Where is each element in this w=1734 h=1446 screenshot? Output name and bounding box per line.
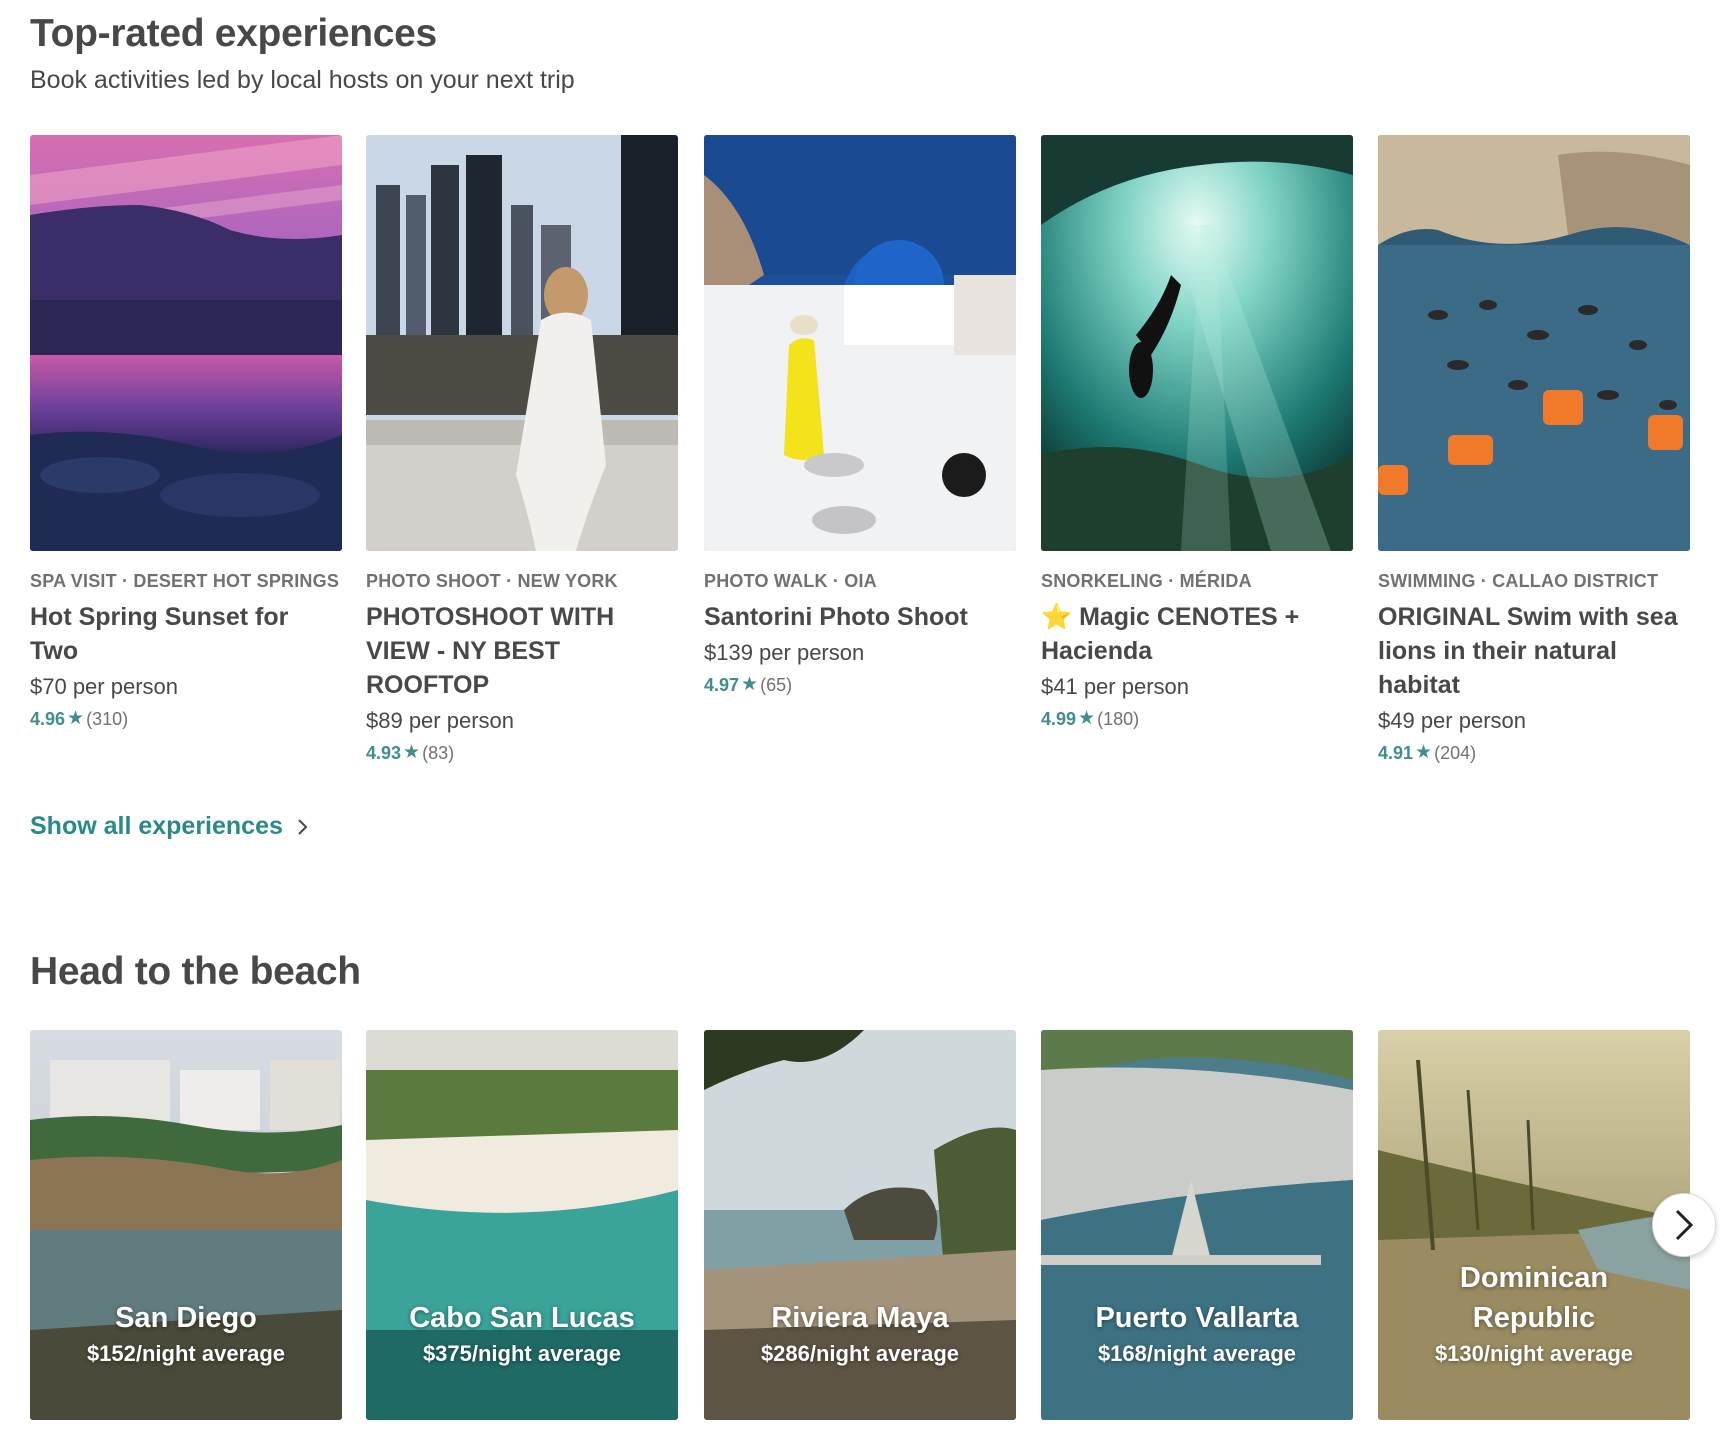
experience-category: PHOTO WALK · OIA — [704, 571, 877, 591]
destination-name: Puerto Vallarta — [1095, 1302, 1299, 1334]
destination-price: $130/night average — [1434, 1341, 1634, 1366]
destination-name: Dominican Republic — [1459, 1262, 1609, 1334]
experiences-carousel: SPA VISIT · DESERT HOT SPRINGS Hot Sprin… — [30, 135, 1690, 775]
experience-title[interactable]: Hot Spring Sunset for Two — [30, 600, 342, 668]
beach-section-title: Head to the beach — [30, 950, 361, 993]
chevron-right-icon — [298, 818, 308, 835]
destination-price: $375/night average — [422, 1341, 622, 1366]
beach-card-text: Cabo San Lucas $375/night average — [366, 1298, 678, 1370]
next-arrow-button[interactable] — [1652, 1193, 1716, 1257]
review-count: (83) — [422, 743, 455, 763]
experience-card[interactable]: SNORKELING · MÉRIDA ⭐ Magic CENOTES + Ha… — [1041, 135, 1353, 732]
experience-card[interactable]: PHOTO SHOOT · NEW YORK PHOTOSHOOT WITH V… — [366, 135, 678, 766]
beach-card-dominican-republic[interactable]: Dominican Republic $130/night average — [1378, 1030, 1690, 1420]
rating-value: 4.96 — [30, 709, 66, 729]
experience-price: $139 per person — [704, 640, 865, 665]
beach-card-puerto-vallarta[interactable]: Puerto Vallarta $168/night average — [1041, 1030, 1353, 1420]
experience-rating: 4.93 ★ (83) — [366, 740, 678, 766]
star-icon: ★ — [67, 708, 85, 729]
beach-card-text: Puerto Vallarta $168/night average — [1041, 1298, 1353, 1370]
experience-card[interactable]: SWIMMING · CALLAO DISTRICT ORIGINAL Swim… — [1378, 135, 1690, 766]
experience-title[interactable]: ⭐ Magic CENOTES + Hacienda — [1041, 600, 1353, 668]
beach-card-cabo-san-lucas[interactable]: Cabo San Lucas $375/night average — [366, 1030, 678, 1420]
beach-card-riviera-maya[interactable]: Riviera Maya $286/night average — [704, 1030, 1016, 1420]
experience-price: $89 per person — [366, 708, 514, 733]
beach-card-san-diego[interactable]: San Diego $152/night average — [30, 1030, 342, 1420]
experience-category: PHOTO SHOOT · NEW YORK — [366, 571, 618, 591]
star-icon: ★ — [1415, 742, 1433, 763]
experience-image[interactable] — [30, 135, 342, 551]
beach-card-text: Riviera Maya $286/night average — [704, 1298, 1016, 1370]
experience-rating: 4.99 ★ (180) — [1041, 706, 1353, 732]
experience-image[interactable] — [1378, 135, 1690, 551]
experience-price: $41 per person — [1041, 674, 1189, 699]
experience-image[interactable] — [366, 135, 678, 551]
destination-price: $168/night average — [1097, 1341, 1297, 1366]
experience-rating: 4.97 ★ (65) — [704, 672, 1016, 698]
experience-price: $70 per person — [30, 674, 178, 699]
review-count: (65) — [760, 675, 793, 695]
beach-card-text: Dominican Republic $130/night average — [1378, 1258, 1690, 1370]
rating-value: 4.93 — [366, 743, 402, 763]
experience-card[interactable]: SPA VISIT · DESERT HOT SPRINGS Hot Sprin… — [30, 135, 342, 732]
beach-card-text: San Diego $152/night average — [30, 1298, 342, 1370]
destination-name: Riviera Maya — [771, 1302, 949, 1334]
beach-carousel: San Diego $152/night average Cabo San Lu… — [30, 1030, 1690, 1420]
rating-value: 4.91 — [1378, 743, 1414, 763]
destination-price: $286/night average — [760, 1341, 960, 1366]
review-count: (180) — [1097, 709, 1140, 729]
review-count: (310) — [86, 709, 129, 729]
show-all-experiences-link[interactable]: Show all experiences — [30, 812, 309, 841]
experience-image[interactable] — [1041, 135, 1353, 551]
experience-category: SPA VISIT · DESERT HOT SPRINGS — [30, 571, 340, 591]
experiences-section-subtitle: Book activities led by local hosts on yo… — [30, 66, 575, 94]
experience-price: $49 per person — [1378, 708, 1526, 733]
experience-title[interactable]: ORIGINAL Swim with sea lions in their na… — [1378, 600, 1690, 702]
star-icon: ★ — [403, 742, 421, 763]
destination-price: $152/night average — [86, 1341, 286, 1366]
experience-title[interactable]: Santorini Photo Shoot — [704, 600, 1016, 634]
destination-name: Cabo San Lucas — [409, 1302, 635, 1334]
experience-card[interactable]: PHOTO WALK · OIA Santorini Photo Shoot $… — [704, 135, 1016, 698]
show-all-label: Show all experiences — [30, 812, 283, 840]
star-icon: ★ — [741, 674, 759, 695]
experience-title[interactable]: PHOTOSHOOT WITH VIEW - NY BEST ROOFTOP — [366, 600, 678, 702]
destination-name: San Diego — [115, 1302, 257, 1334]
star-icon: ★ — [1078, 708, 1096, 729]
experience-category: SNORKELING · MÉRIDA — [1041, 571, 1252, 591]
experience-rating: 4.96 ★ (310) — [30, 706, 342, 732]
experience-category: SWIMMING · CALLAO DISTRICT — [1378, 571, 1659, 591]
experience-rating: 4.91 ★ (204) — [1378, 740, 1690, 766]
experiences-section-title: Top-rated experiences — [30, 12, 437, 55]
experience-image[interactable] — [704, 135, 1016, 551]
review-count: (204) — [1434, 743, 1477, 763]
next-arrow-icon — [1675, 1209, 1694, 1241]
rating-value: 4.99 — [1041, 709, 1077, 729]
rating-value: 4.97 — [704, 675, 740, 695]
